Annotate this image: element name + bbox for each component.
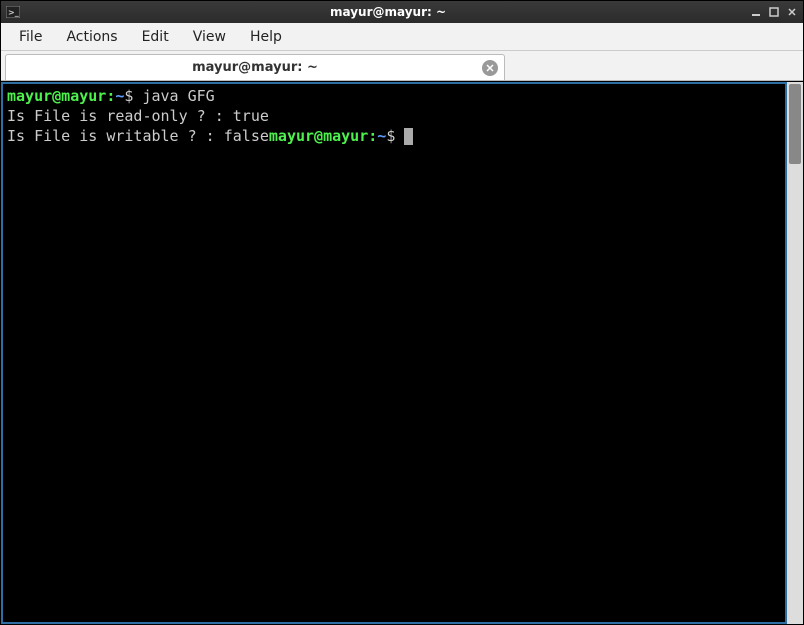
terminal-area: mayur@mayur:~$ java GFG Is File is read-… [1, 81, 803, 624]
prompt-dollar-2: $ [386, 127, 404, 145]
command-text: java GFG [142, 87, 214, 105]
prompt-user: mayur@mayur [7, 87, 106, 105]
prompt-sep-2: : [368, 127, 377, 145]
menu-file[interactable]: File [9, 26, 52, 48]
close-button[interactable] [785, 5, 799, 19]
scrollbar-thumb[interactable] [789, 84, 801, 164]
prompt-dollar: $ [124, 87, 142, 105]
menu-actions[interactable]: Actions [56, 26, 127, 48]
prompt-user-2: mayur@mayur [269, 127, 368, 145]
window-controls [749, 5, 799, 19]
svg-text:>_: >_ [8, 8, 19, 17]
tab-label: mayur@mayur: ~ [192, 60, 318, 75]
tab-terminal-1[interactable]: mayur@mayur: ~ [5, 54, 505, 80]
maximize-button[interactable] [767, 5, 781, 19]
terminal-app-icon: >_ [5, 4, 21, 20]
menu-edit[interactable]: Edit [132, 26, 179, 48]
output-line-2: Is File is writable ? : false [7, 127, 269, 145]
output-line-1: Is File is read-only ? : true [7, 107, 269, 125]
terminal-window: >_ mayur@mayur: ~ File Actions Edit View… [0, 0, 804, 625]
scrollbar-vertical[interactable] [787, 82, 803, 624]
titlebar: >_ mayur@mayur: ~ [1, 1, 803, 23]
terminal-viewport[interactable]: mayur@mayur:~$ java GFG Is File is read-… [1, 82, 787, 624]
tab-close-icon[interactable] [482, 60, 498, 76]
window-title: mayur@mayur: ~ [27, 5, 749, 19]
cursor-block [404, 128, 413, 145]
menu-view[interactable]: View [183, 26, 236, 48]
menu-help[interactable]: Help [240, 26, 292, 48]
menubar: File Actions Edit View Help [1, 23, 803, 51]
tabbar: mayur@mayur: ~ [1, 51, 803, 81]
prompt-path-2: ~ [377, 127, 386, 145]
minimize-button[interactable] [749, 5, 763, 19]
